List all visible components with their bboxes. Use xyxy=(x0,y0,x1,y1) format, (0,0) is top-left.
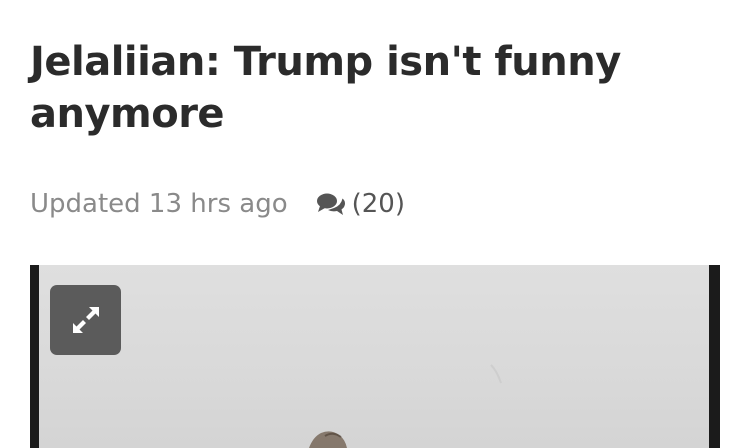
comments-link[interactable]: (20) xyxy=(316,189,405,219)
photo-scene xyxy=(309,364,502,448)
article-photo xyxy=(30,265,720,448)
comments-icon xyxy=(316,191,352,217)
expand-photo-button[interactable] xyxy=(50,285,121,355)
updated-timestamp: Updated 13 hrs ago xyxy=(30,189,288,219)
article-headline: Jelaliian: Trump isn't funny anymore xyxy=(30,39,621,137)
comments-count: (20) xyxy=(351,189,405,219)
article-meta: Updated 13 hrs ago (20) xyxy=(30,186,405,222)
expand-icon xyxy=(69,303,103,337)
photo-image xyxy=(39,265,709,448)
article-page: Jelaliian: Trump isn't funny anymore Upd… xyxy=(0,0,750,448)
